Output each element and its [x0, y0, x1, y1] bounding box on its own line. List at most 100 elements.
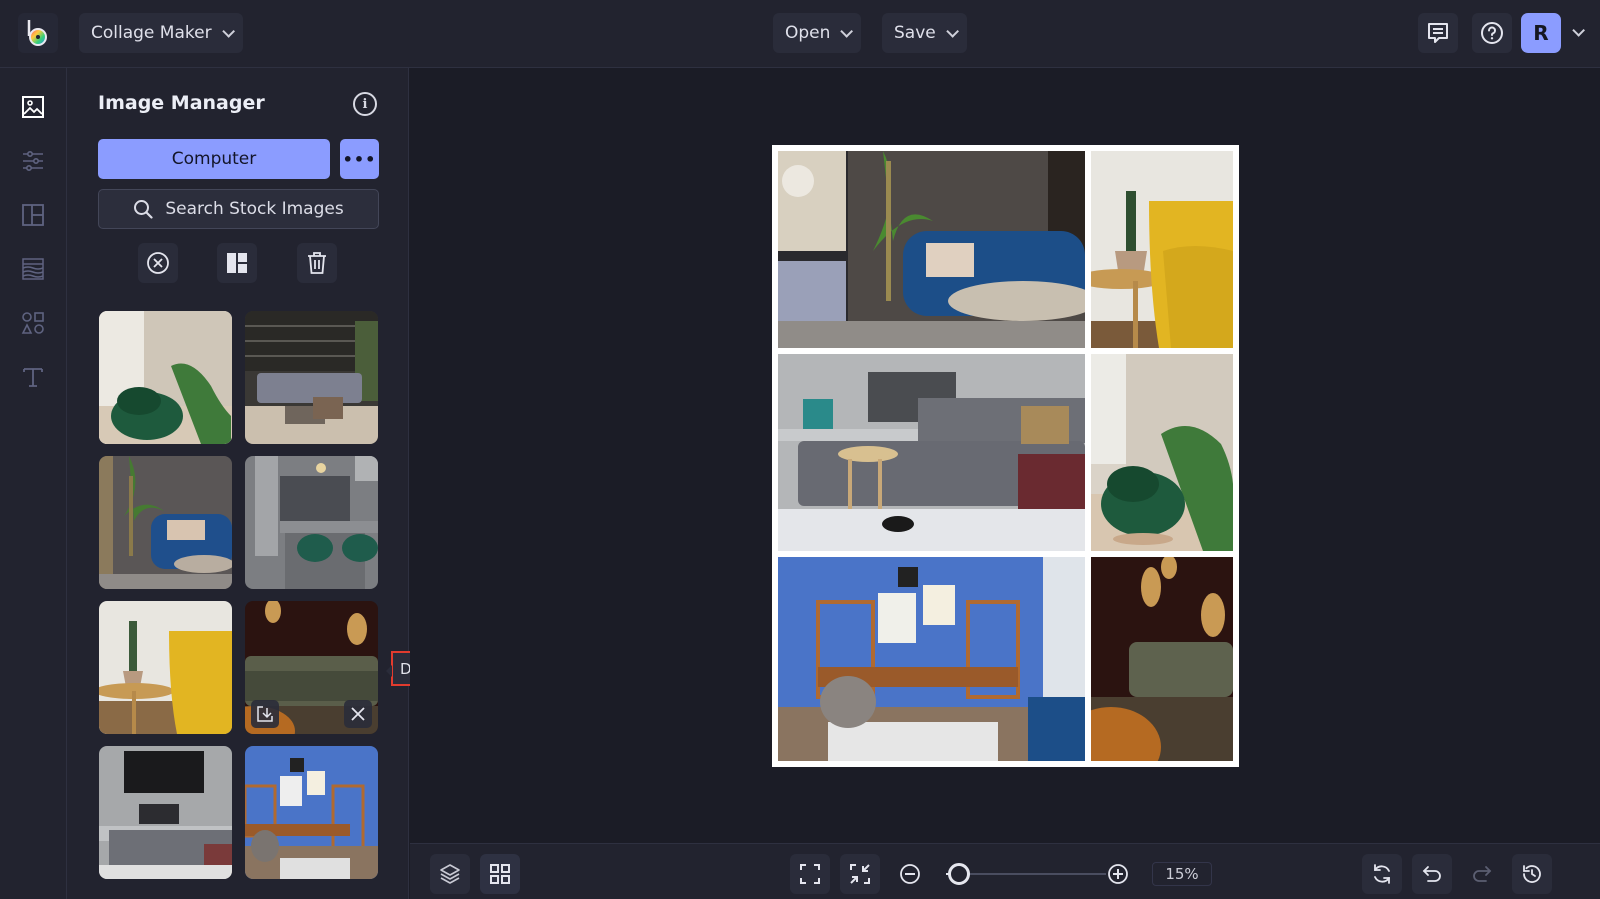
grid-icon [490, 864, 510, 884]
collage-cell-3[interactable] [778, 354, 1085, 551]
redo-button[interactable] [1462, 854, 1502, 894]
comments-button[interactable] [1418, 13, 1458, 53]
undo-icon [1422, 866, 1441, 882]
user-avatar[interactable]: R [1521, 13, 1561, 53]
collage-image-blue-office [778, 557, 1085, 761]
account-menu-chevron-icon[interactable] [1572, 24, 1585, 37]
remove-image-button[interactable] [344, 700, 372, 728]
insert-icon [257, 706, 273, 722]
autofill-button[interactable] [217, 243, 257, 283]
chevron-down-icon [945, 24, 959, 38]
zoom-slider-handle[interactable] [947, 863, 970, 885]
thumbnail-loft-living-room [245, 311, 378, 444]
collage-cell-2[interactable] [1091, 151, 1233, 348]
help-icon [1481, 22, 1503, 44]
sliders-icon [23, 150, 43, 171]
zoom-in-icon [1108, 864, 1128, 884]
save-dropdown[interactable]: Save [882, 13, 967, 53]
zoom-in-button[interactable] [1098, 854, 1138, 894]
texture-icon [22, 258, 44, 280]
collage-image-gray-sectional [778, 354, 1085, 551]
collage-image-blue-sofa [778, 151, 1085, 348]
computer-upload-button[interactable]: Computer [98, 139, 330, 179]
delete-all-button[interactable] [297, 243, 337, 283]
image-manager-panel: Image Manager i Computer ••• Search Stoc… [67, 68, 409, 899]
image-thumbnail[interactable] [99, 311, 232, 444]
open-label: Open [785, 23, 831, 43]
rail-item-graphics[interactable] [18, 308, 48, 338]
zoom-out-button[interactable] [890, 854, 930, 894]
rail-item-text[interactable] [18, 362, 48, 392]
help-button[interactable] [1472, 13, 1512, 53]
chevron-down-icon [840, 24, 854, 38]
rail-item-backgrounds[interactable] [18, 254, 48, 284]
image-thumbnail[interactable] [245, 746, 378, 879]
image-thumbnail[interactable] [99, 601, 232, 734]
search-label: Search Stock Images [165, 199, 344, 219]
image-icon [22, 96, 44, 118]
actual-size-button[interactable] [840, 854, 880, 894]
collage-canvas[interactable] [772, 145, 1239, 767]
layers-icon [440, 864, 460, 884]
image-thumbnail-hovered[interactable] [245, 601, 378, 734]
more-sources-button[interactable]: ••• [340, 139, 379, 179]
collage-cell-5[interactable] [778, 557, 1085, 761]
image-thumbnail[interactable] [99, 746, 232, 879]
history-button[interactable] [1512, 854, 1552, 894]
redo-icon [1473, 866, 1492, 882]
reset-button[interactable] [1362, 854, 1402, 894]
top-bar: Collage Maker Open Save R [0, 0, 1600, 68]
fullscreen-icon [800, 864, 820, 884]
thumbnail-gray-sectional [99, 746, 232, 879]
bottom-toolbar: 15% [410, 843, 1600, 899]
tool-rail [0, 68, 67, 899]
collapse-icon [850, 864, 870, 884]
zoom-slider-track[interactable] [946, 873, 1106, 875]
trash-icon [308, 252, 326, 274]
thumbnail-blue-office [245, 746, 378, 879]
user-initial: R [1533, 21, 1549, 45]
refresh-icon [1374, 864, 1390, 884]
collage-image-yellow-chair [1091, 151, 1233, 348]
undo-button[interactable] [1412, 854, 1452, 894]
app-logo[interactable] [18, 13, 58, 53]
close-icon [351, 707, 365, 721]
collage-image-olive-sofa [1091, 557, 1233, 761]
text-icon [23, 368, 43, 387]
rail-item-image-manager[interactable] [18, 92, 48, 122]
befunky-logo-icon [27, 20, 47, 46]
thumbnail-green-armchair [99, 311, 232, 444]
search-icon [134, 200, 153, 219]
collage-cell-1[interactable] [778, 151, 1085, 348]
image-thumbnail[interactable] [99, 456, 232, 589]
layers-button[interactable] [430, 854, 470, 894]
mode-label: Collage Maker [91, 23, 212, 43]
collage-cell-6[interactable] [1091, 557, 1233, 761]
shapes-icon [21, 312, 44, 334]
open-dropdown[interactable]: Open [773, 13, 862, 53]
zoom-out-icon [900, 864, 920, 884]
grid-toggle-button[interactable] [480, 854, 520, 894]
image-thumbnail[interactable] [245, 456, 378, 589]
clear-icon [147, 252, 169, 274]
comment-icon [1428, 23, 1448, 43]
layout-icon [22, 204, 44, 226]
info-icon[interactable]: i [353, 92, 377, 116]
panel-title: Image Manager [98, 92, 265, 114]
collage-cell-4[interactable] [1091, 354, 1233, 551]
rail-item-adjustments[interactable] [18, 146, 48, 176]
rail-item-layouts[interactable] [18, 200, 48, 230]
mode-dropdown[interactable]: Collage Maker [79, 13, 243, 53]
search-stock-images-button[interactable]: Search Stock Images [98, 189, 379, 229]
add-to-collage-button[interactable] [251, 700, 279, 728]
thumbnail-gray-kitchen [245, 456, 378, 589]
image-thumbnail[interactable] [245, 311, 378, 444]
fit-to-screen-button[interactable] [790, 854, 830, 894]
collage-image-green-armchair [1091, 354, 1233, 551]
zoom-percent-field[interactable]: 15% [1152, 862, 1212, 886]
history-icon [1523, 865, 1541, 883]
thumbnail-blue-sofa [99, 456, 232, 589]
thumbnail-yellow-chair [99, 601, 232, 734]
clear-images-button[interactable] [138, 243, 178, 283]
autofill-icon [227, 253, 247, 273]
